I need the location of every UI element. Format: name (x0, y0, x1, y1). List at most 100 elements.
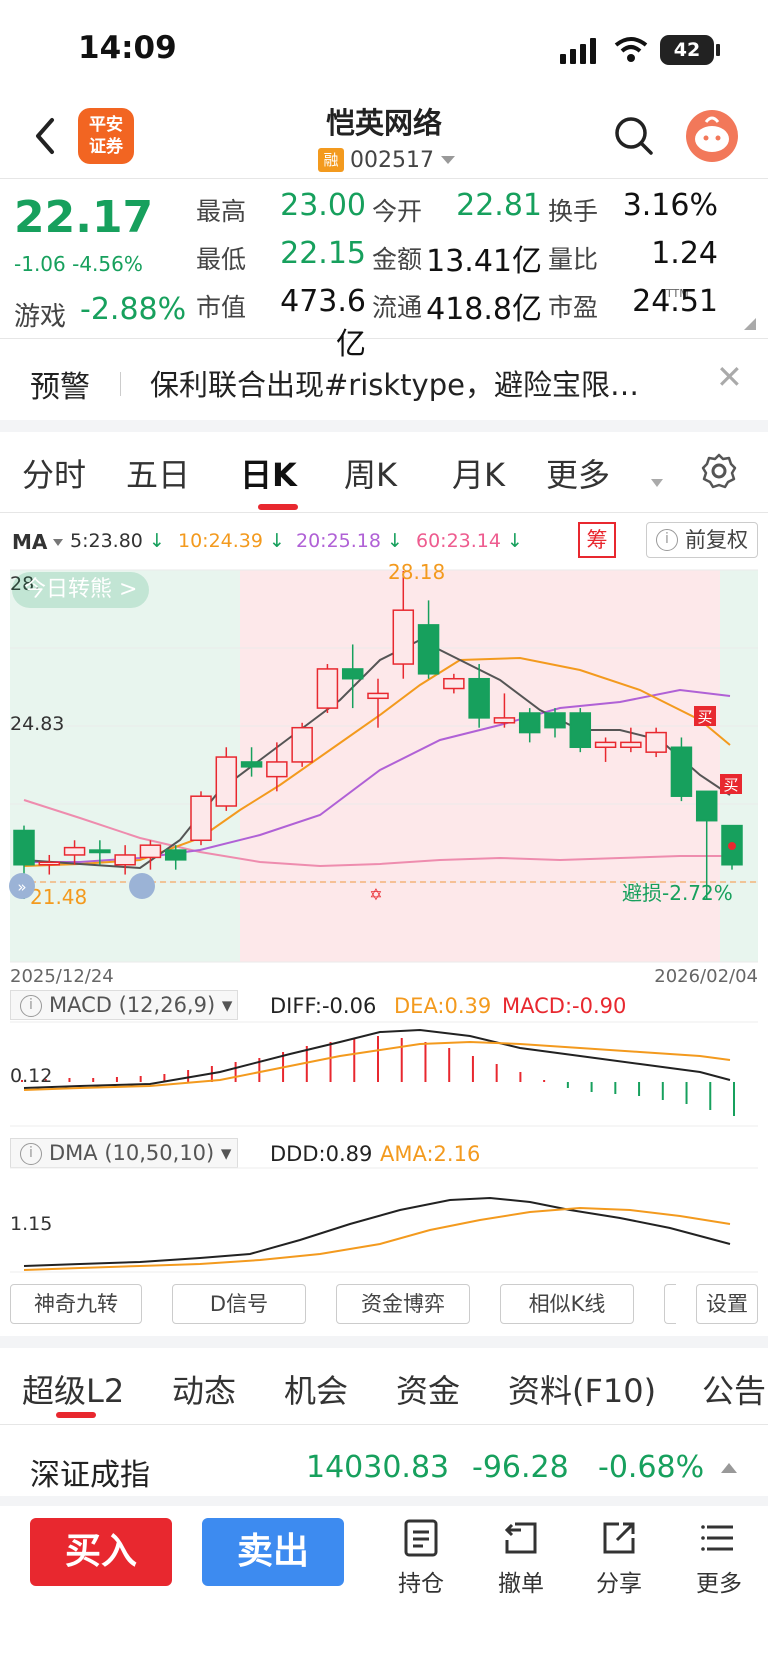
dma-ddd-line (23, 1196, 731, 1267)
candle-body (266, 761, 288, 778)
quote-value: 473.6亿 (280, 284, 366, 362)
tab-announcements[interactable]: 公告 (702, 1366, 768, 1412)
candle-body (670, 746, 693, 797)
ma60-text: 60:23.14 (416, 530, 501, 552)
period-tab[interactable]: 周K (344, 450, 397, 496)
sector-name[interactable]: 游戏 (14, 296, 66, 333)
close-icon[interactable]: ✕ (716, 358, 743, 396)
candle-body (139, 844, 162, 859)
settings-gear-icon[interactable] (700, 452, 738, 490)
dma-chart[interactable]: 1.15 (0, 1166, 768, 1276)
dma-ddd: DDD:0.89 (270, 1142, 373, 1166)
expand-corner-icon[interactable] (744, 318, 756, 330)
macd-chart[interactable]: 0.12 (0, 1020, 768, 1130)
tool-hidden-button[interactable] (664, 1284, 676, 1324)
ma10-text: 10:24.39 (178, 530, 263, 552)
period-tab[interactable]: 月K (452, 450, 505, 496)
period-tab[interactable]: 日K (240, 450, 297, 496)
ma-label[interactable]: MA (12, 530, 47, 554)
status-bar: 14:09 42 (0, 0, 768, 100)
tool-d-signal-button[interactable]: D信号 (172, 1284, 306, 1324)
active-tab-indicator (56, 1412, 96, 1418)
candle-body (544, 712, 566, 729)
dma-info-icon[interactable]: i (20, 1143, 42, 1165)
candle-body (164, 849, 187, 861)
search-icon[interactable] (612, 114, 656, 158)
tool-settings-button[interactable]: 设置 (696, 1284, 758, 1324)
more-menu-icon (701, 1525, 733, 1551)
ma5-down-arrow-icon: ↓ (148, 530, 165, 552)
tool-jiuzhuan-button[interactable]: 神奇九转 (10, 1284, 142, 1324)
divider (0, 338, 768, 339)
battery-icon: 42 (660, 35, 714, 65)
quote-value: 418.8亿 (426, 292, 542, 327)
ma60-down-arrow-icon: ↓ (507, 530, 523, 552)
positions-button[interactable]: 持仓 (386, 1518, 456, 1598)
trend-chip[interactable]: 今日转熊 > (12, 572, 150, 608)
candle-body (89, 849, 111, 854)
period-tab[interactable]: 分时 (22, 450, 86, 496)
tab-funds[interactable]: 资金 (396, 1366, 460, 1412)
section-gap (0, 1496, 768, 1506)
macd-dea: DEA:0.39 (394, 994, 492, 1018)
ma5-text: 5:23.80 (70, 530, 143, 552)
index-percent: -0.68% (598, 1450, 705, 1485)
candle-body (215, 756, 238, 807)
period-tab[interactable]: 更多 (546, 450, 610, 496)
share-button[interactable]: 分享 (584, 1518, 654, 1598)
dma-selector[interactable]: DMA (10,50,10) ▾ (10, 1138, 238, 1168)
candle-body (240, 761, 263, 768)
buy-marker-1-text: 买 (697, 708, 712, 726)
tool-similar-kline-button[interactable]: 相似K线 (500, 1284, 634, 1324)
cancel-order-button[interactable]: 撤单 (486, 1518, 556, 1598)
candle-body (38, 861, 61, 866)
ma5-value: 5:23.80 ↓ (70, 530, 165, 552)
fullscreen-icon[interactable] (129, 873, 155, 899)
period-tab[interactable]: 五日 (126, 450, 190, 496)
today-marker (728, 842, 736, 850)
buy-button[interactable]: 买入 (30, 1518, 172, 1586)
dma-tick: 1.15 (10, 1213, 52, 1235)
quote-value: 22.15 (280, 236, 366, 271)
quote-label: 今开 (372, 197, 423, 226)
quote-label: 市盈 (548, 293, 599, 322)
quote-label: 市值 (196, 293, 247, 322)
quote-label: 换手 (548, 197, 599, 226)
cancel-order-icon (504, 1522, 537, 1554)
candle-body (63, 846, 86, 856)
assistant-avatar[interactable] (686, 110, 738, 162)
alert-text[interactable]: 保利联合出现#risktype，避险宝限… (150, 362, 690, 404)
divider (0, 1424, 768, 1425)
stock-code-selector[interactable]: 融 002517 (318, 146, 456, 174)
index-change: -96.28 (472, 1450, 569, 1485)
assistant-icon (695, 116, 729, 152)
event-star-icon[interactable]: ✡ (369, 885, 382, 904)
cancel-order-label: 撤单 (498, 1571, 544, 1597)
active-tab-indicator (258, 504, 298, 510)
sell-button[interactable]: 卖出 (202, 1518, 344, 1586)
date-end: 2026/02/04 (654, 966, 758, 987)
candle-body (468, 677, 490, 719)
candle-body (518, 712, 541, 734)
macd-selector[interactable]: MACD (12,26,9) ▾ (10, 990, 238, 1020)
more-button[interactable]: 更多 (684, 1518, 754, 1598)
battery-tip (716, 44, 720, 56)
dma-label: DMA (10,50,10) (49, 1141, 215, 1165)
tab-opportunity[interactable]: 机会 (284, 1366, 348, 1412)
expand-up-icon[interactable] (720, 1462, 738, 1474)
ma-caret-icon[interactable] (52, 538, 64, 547)
quote-label: 量比 (548, 245, 599, 274)
tab-f10[interactable]: 资料(F10) (508, 1366, 656, 1412)
info-icon: i (656, 529, 678, 551)
dma-ama: AMA:2.16 (380, 1142, 481, 1166)
chip-distribution-button[interactable]: 筹 (578, 522, 616, 558)
macd-info-icon[interactable]: i (20, 995, 42, 1017)
alert-separator (120, 372, 121, 396)
tool-fund-game-button[interactable]: 资金博弈 (336, 1284, 470, 1324)
macd-diff: DIFF:-0.06 (270, 994, 377, 1018)
tab-super-l2[interactable]: 超级L2 (22, 1366, 124, 1412)
low-label: 21.48 (30, 885, 87, 909)
quote-value: 23.00 (280, 188, 366, 223)
tab-news[interactable]: 动态 (172, 1366, 236, 1412)
high-label: 28.18 (388, 560, 445, 584)
